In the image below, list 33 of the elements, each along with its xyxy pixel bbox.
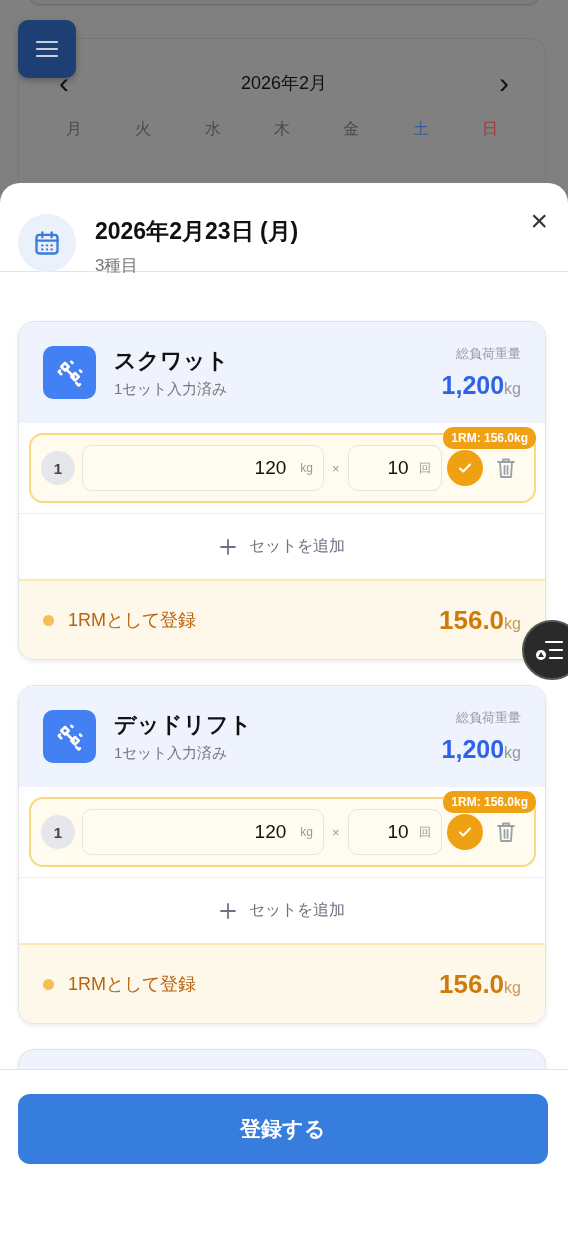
- add-set-button[interactable]: セットを追加: [19, 878, 545, 943]
- exercise-status: 1セット入力済み: [114, 744, 229, 763]
- one-rm-label: 1RMとして登録: [68, 973, 197, 996]
- set-number: 1: [41, 815, 75, 849]
- month-label: 2026年2月: [240, 72, 328, 95]
- close-button[interactable]: ×: [530, 206, 548, 236]
- next-month-button[interactable]: ›: [499, 71, 509, 95]
- register-button[interactable]: 登録する: [18, 1094, 548, 1164]
- one-rm-badge: 1RM: 156.0kg: [443, 791, 536, 813]
- sheet-title: 2026年2月23日 (月): [95, 217, 300, 246]
- total-load-value: 1,200kg: [441, 735, 521, 764]
- weight-field[interactable]: 120 kg: [82, 809, 324, 855]
- one-rm-value: 156.0kg: [439, 604, 521, 636]
- exercise-count: 3種目: [95, 255, 140, 277]
- exercise-status: 1セット入力済み: [114, 380, 229, 399]
- add-set-button[interactable]: セットを追加: [19, 514, 545, 579]
- reps-field[interactable]: 10 回: [347, 445, 442, 491]
- exercise-name: スクワット: [114, 347, 230, 375]
- total-load-value: 1,200kg: [441, 371, 521, 400]
- total-load-label: 総負荷重量: [456, 345, 521, 363]
- times-sign: ×: [332, 824, 340, 840]
- weight-field[interactable]: 120 kg: [82, 445, 324, 491]
- one-rm-value: 156.0kg: [439, 968, 521, 1000]
- exercise-name: デッドリフト: [114, 711, 253, 739]
- times-sign: ×: [332, 460, 340, 476]
- total-load-label: 総負荷重量: [456, 709, 521, 727]
- reps-field[interactable]: 10 回: [347, 809, 442, 855]
- one-rm-badge: 1RM: 156.0kg: [443, 427, 536, 449]
- weekday-label: 土: [411, 119, 430, 139]
- weekday-label: 日: [481, 119, 500, 139]
- set-number: 1: [41, 451, 75, 485]
- previous-month-button[interactable]: ‹: [59, 71, 69, 95]
- one-rm-label: 1RMとして登録: [68, 609, 197, 632]
